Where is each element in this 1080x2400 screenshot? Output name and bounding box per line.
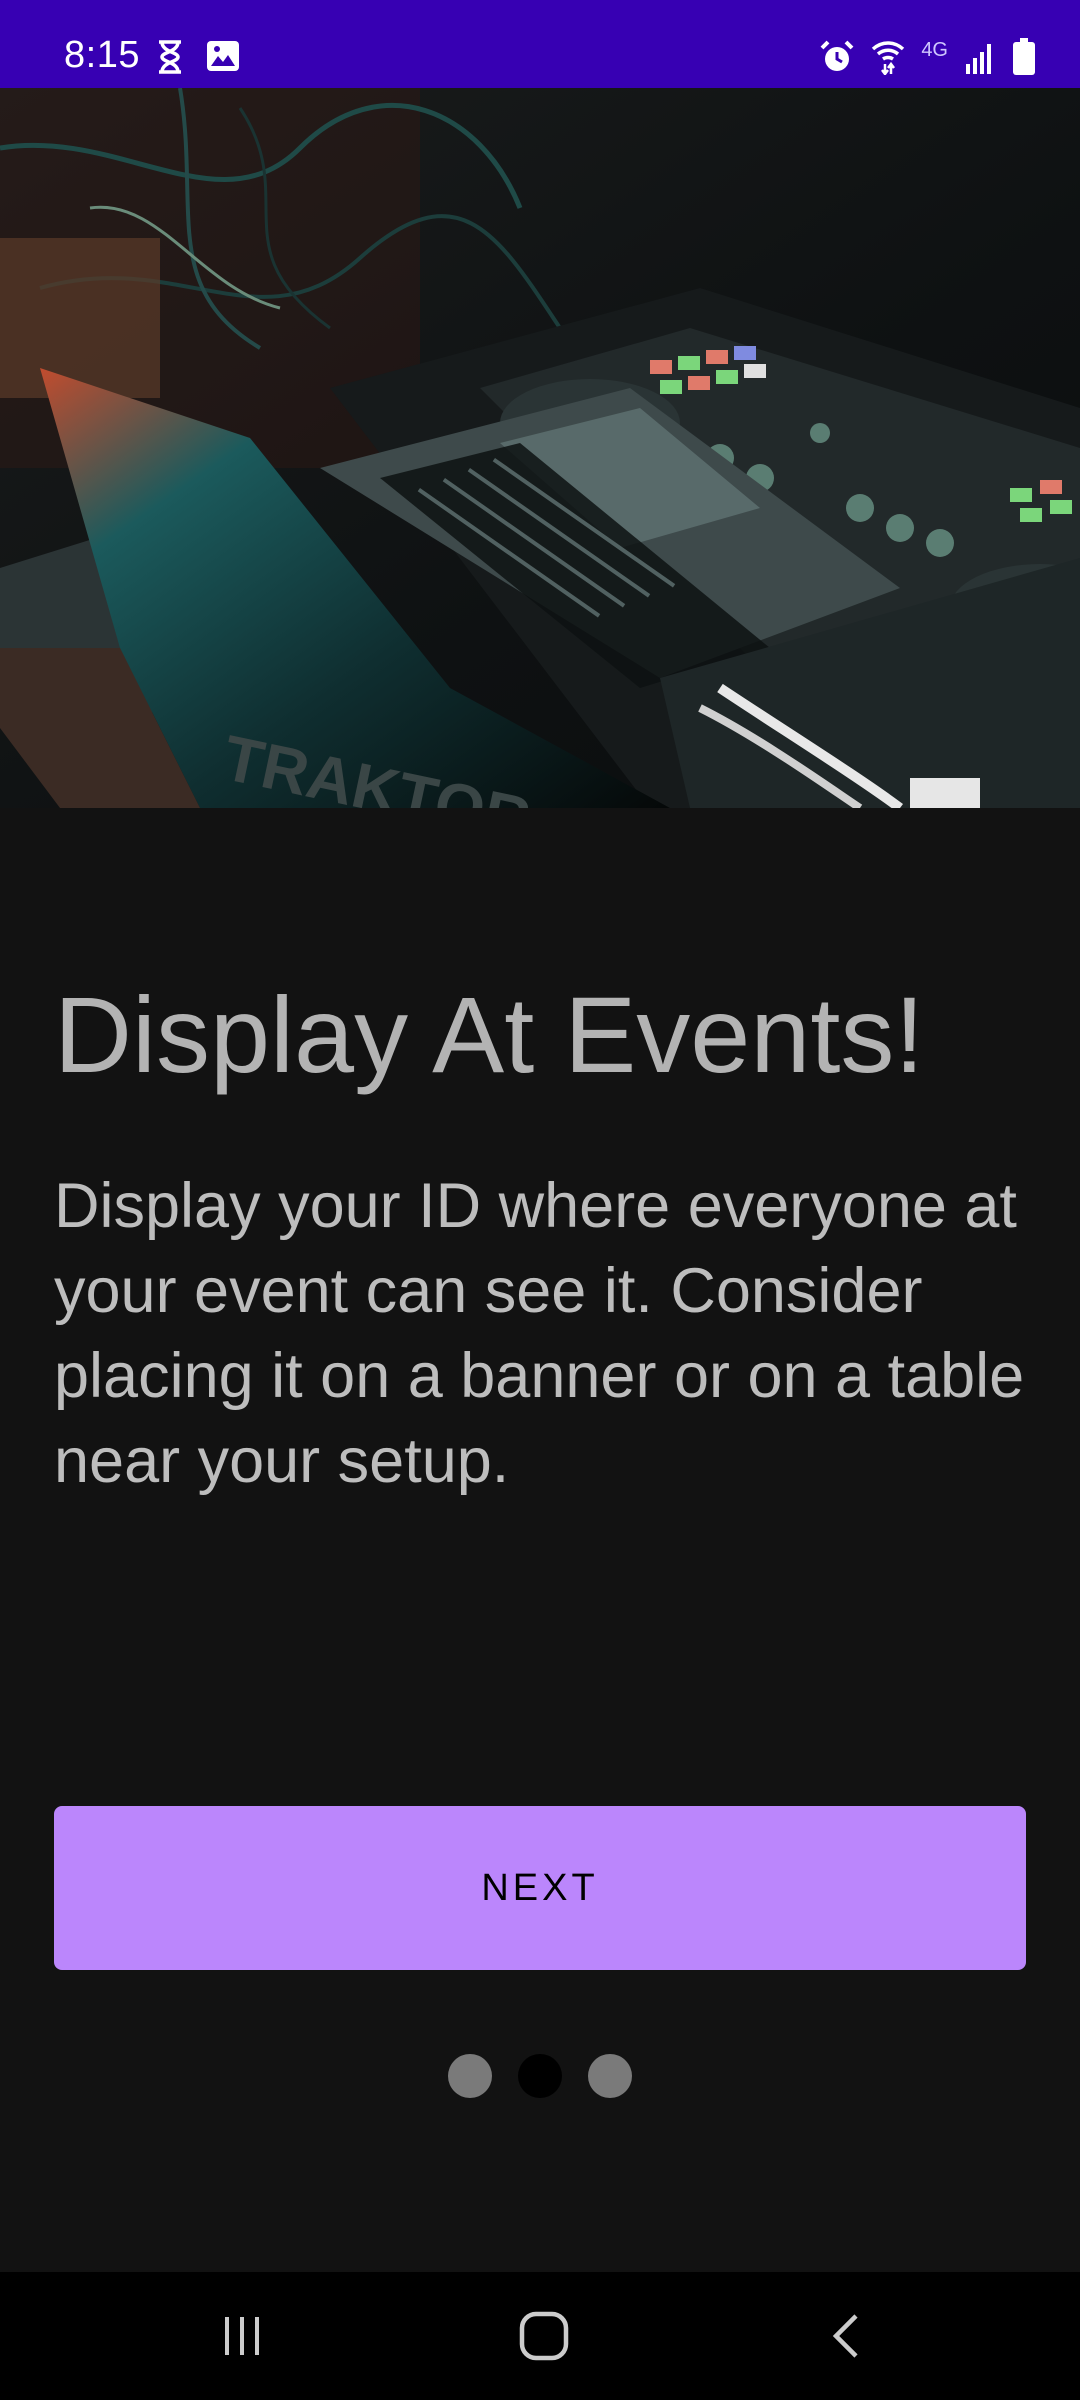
page-dot-3[interactable] xyxy=(588,2054,632,2098)
status-bar: 8:15 4G xyxy=(0,0,1080,88)
home-icon[interactable] xyxy=(504,2302,584,2370)
page-dot-1[interactable] xyxy=(448,2054,492,2098)
status-right-icons: 4G xyxy=(819,38,1036,76)
4g-icon: 4G xyxy=(921,38,948,61)
wifi-icon xyxy=(871,39,905,75)
status-left-icons xyxy=(156,40,240,74)
status-time: 8:15 xyxy=(64,34,140,76)
alarm-icon xyxy=(819,39,855,75)
navigation-bar xyxy=(0,2272,1080,2400)
onboarding-content: Display At Events! Display your ID where… xyxy=(0,808,1080,2272)
page-dot-2[interactable] xyxy=(518,2054,562,2098)
page-indicator xyxy=(0,2054,1080,2098)
page-description: Display your ID where everyone at your e… xyxy=(54,1171,1025,1496)
back-icon[interactable] xyxy=(806,2302,886,2370)
page-title: Display At Events! xyxy=(54,974,925,1095)
signal-icon xyxy=(964,40,996,74)
recents-icon[interactable] xyxy=(202,2302,282,2370)
hero-image: TRAKTOR xyxy=(0,88,1080,808)
battery-icon xyxy=(1012,38,1036,76)
image-icon xyxy=(206,40,240,74)
hourglass-icon xyxy=(156,40,184,74)
next-button[interactable]: NEXT xyxy=(54,1806,1026,1970)
